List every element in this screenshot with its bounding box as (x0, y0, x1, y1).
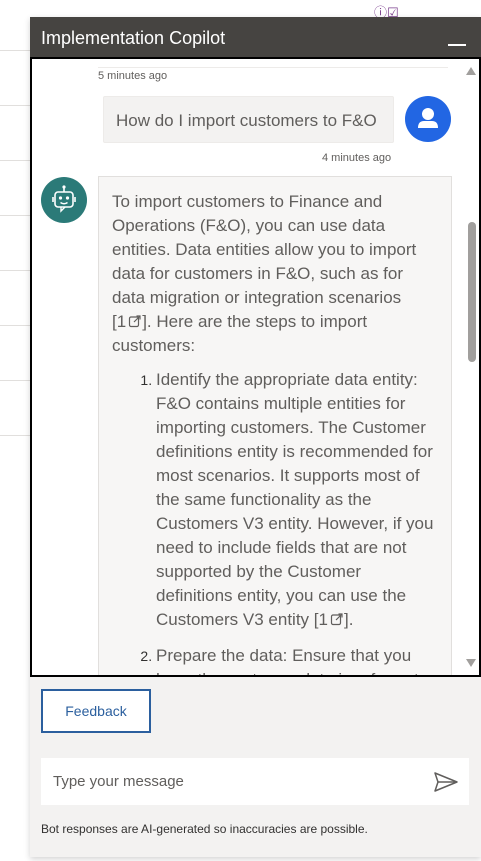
background-divider (0, 105, 30, 106)
background-divider (0, 325, 30, 326)
scroll-up-arrow-icon[interactable] (466, 67, 476, 75)
citation-link[interactable]: [1]. (314, 610, 354, 629)
message-divider (98, 67, 448, 68)
background-divider (0, 160, 30, 161)
external-link-icon (330, 613, 343, 626)
copilot-panel: Implementation Copilot 5 minutes ago How… (30, 17, 481, 857)
bot-avatar (41, 177, 87, 223)
send-button[interactable] (433, 771, 459, 793)
bot-intro-paragraph: To import customers to Finance and Opera… (112, 192, 417, 355)
user-message-bubble: How do I import customers to F&O (103, 96, 394, 143)
chat-scrollbar[interactable] (463, 59, 479, 675)
feedback-button[interactable]: Feedback (41, 689, 151, 733)
minimize-button[interactable] (446, 27, 468, 49)
step-item: Identify the appropriate data entity: F&… (156, 368, 439, 632)
background-divider (0, 435, 30, 436)
background-divider (0, 270, 30, 271)
bot-icon (52, 185, 76, 213)
background-divider (0, 50, 30, 51)
bot-message-bubble: To import customers to Finance and Opera… (98, 176, 452, 675)
background-divider (0, 380, 30, 381)
panel-title: Implementation Copilot (41, 28, 226, 48)
user-message-timestamp: 4 minutes ago (322, 152, 392, 164)
panel-header: Implementation Copilot (30, 17, 481, 57)
steps-list: Identify the appropriate data entity: F&… (112, 368, 439, 675)
user-avatar (405, 96, 451, 142)
message-composer (41, 758, 469, 805)
scroll-down-arrow-icon[interactable] (466, 659, 476, 667)
chat-transcript[interactable]: 5 minutes ago How do I import customers … (30, 57, 481, 677)
minimize-icon (448, 44, 466, 46)
user-icon (418, 108, 438, 128)
background-list (0, 0, 30, 861)
background-divider (0, 215, 30, 216)
ai-disclaimer: Bot responses are AI-generated so inaccu… (41, 822, 368, 836)
scroll-thumb[interactable] (468, 222, 476, 362)
send-icon (434, 772, 458, 792)
message-input[interactable] (41, 758, 421, 805)
citation-link[interactable]: [1]. (112, 312, 152, 331)
external-link-icon (129, 315, 141, 328)
step-item: Prepare the data: Ensure that you have t… (156, 644, 439, 675)
message-timestamp: 5 minutes ago (98, 70, 168, 82)
